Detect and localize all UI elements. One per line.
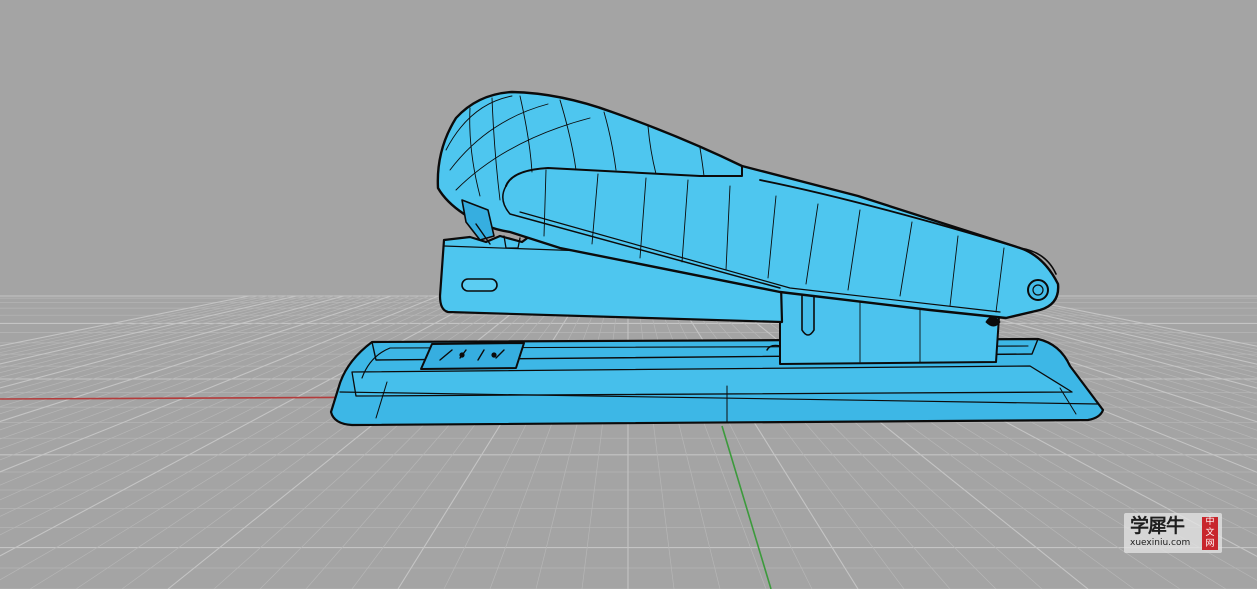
watermark-title: 学犀牛	[1130, 515, 1185, 537]
magazine-slot	[461, 278, 498, 292]
viewport-scene[interactable]	[0, 0, 1257, 589]
handle-pivot-pin	[1027, 279, 1049, 301]
watermark-seal: 中 文 网	[1202, 517, 1218, 550]
watermark-seal-char: 文	[1205, 528, 1215, 538]
stapler-anvil	[420, 342, 525, 370]
watermark-seal-char: 中	[1205, 517, 1215, 527]
watermark-badge: 学犀牛 xuexiniu.com 中 文 网	[1124, 513, 1222, 553]
watermark-seal-char: 网	[1205, 539, 1215, 549]
watermark-url: xuexiniu.com	[1130, 538, 1191, 548]
rhino-viewport[interactable]: 学犀牛 xuexiniu.com 中 文 网	[0, 0, 1257, 589]
